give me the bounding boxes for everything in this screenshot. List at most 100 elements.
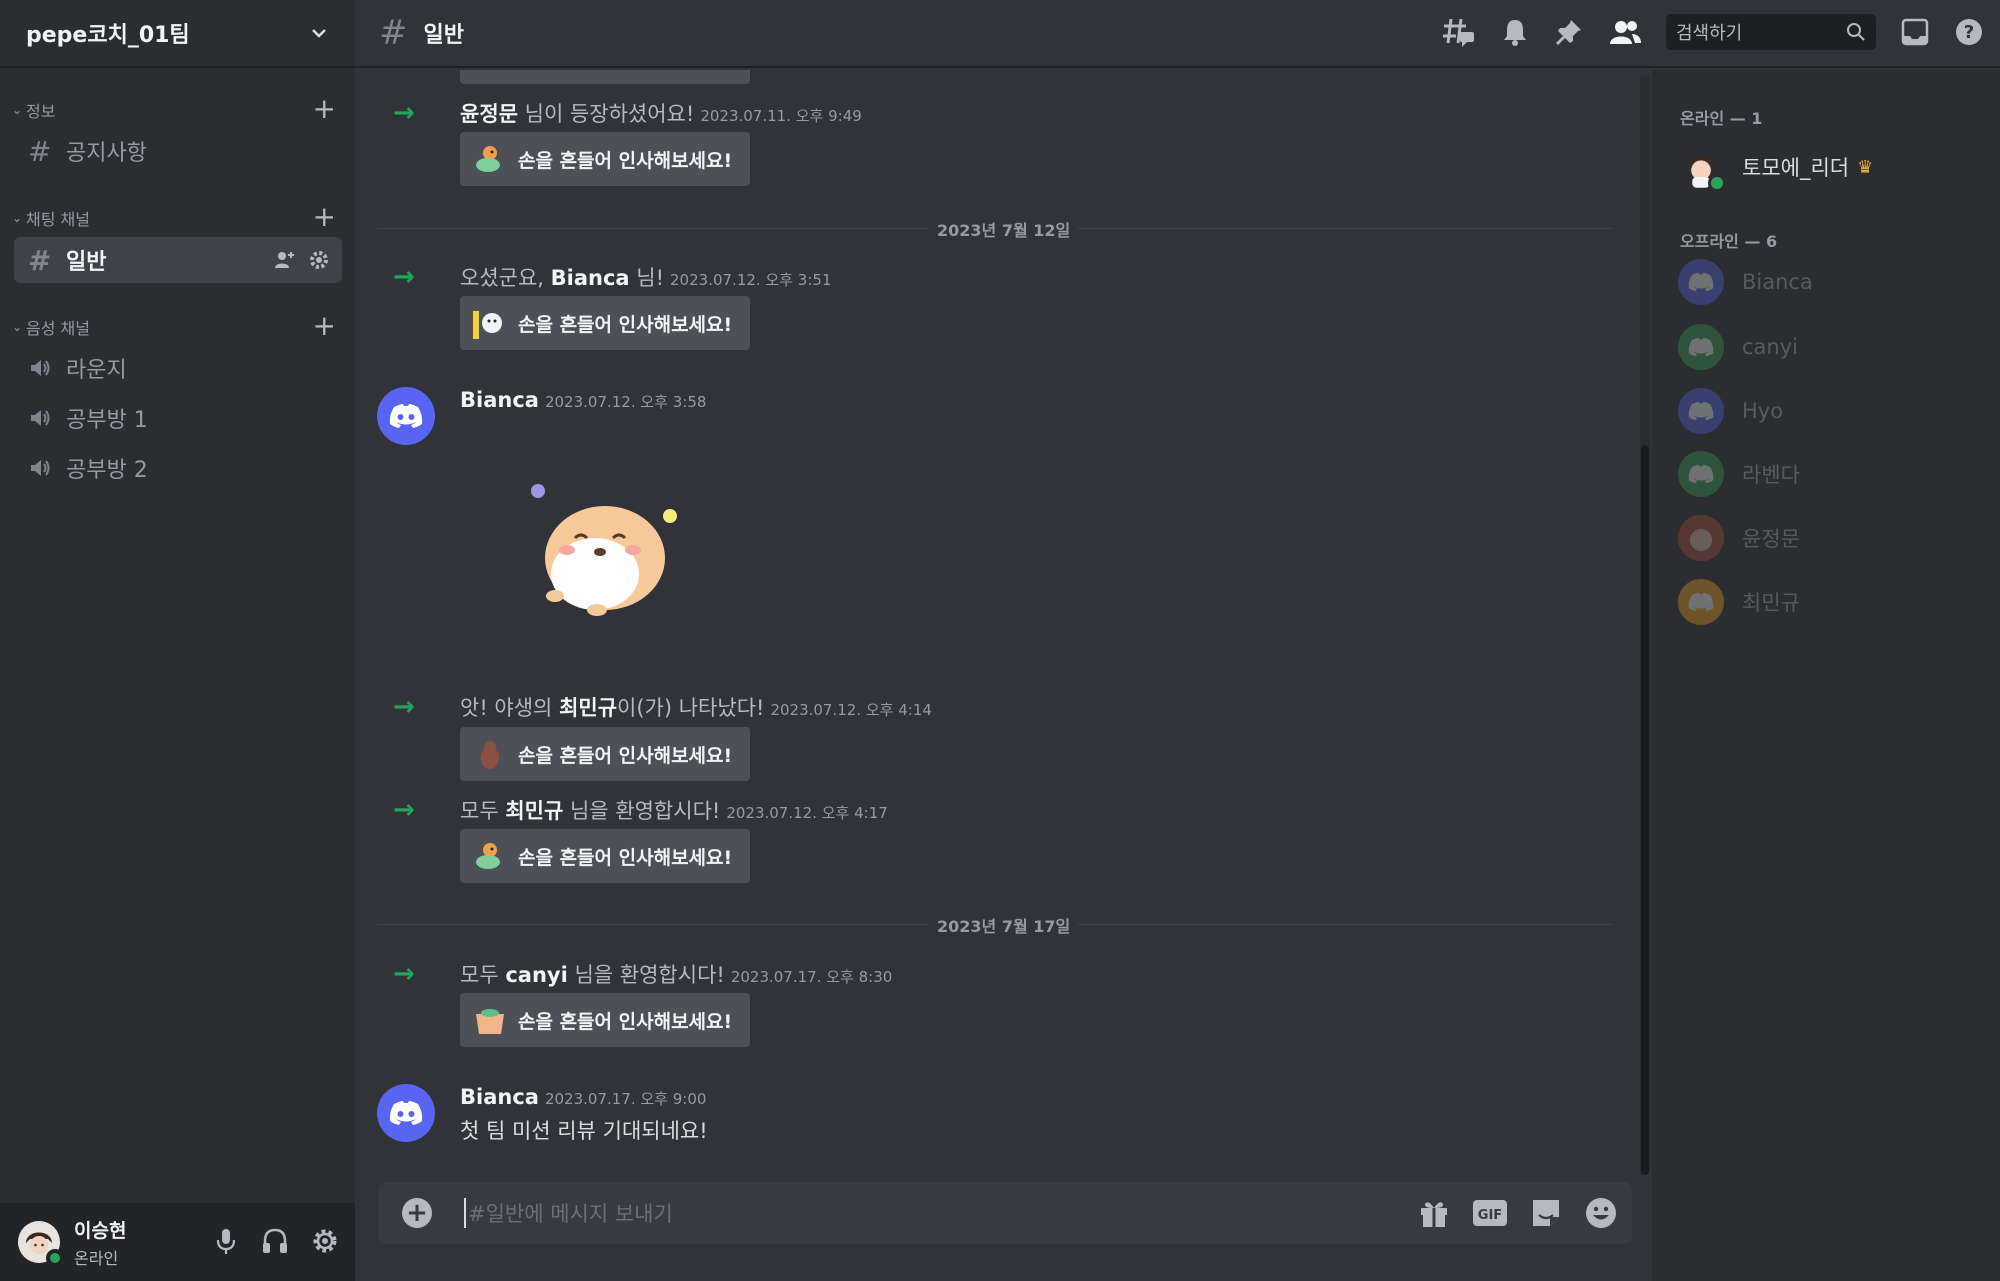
- member-list: 온라인 — 1 토모에_리더 ♛ 오프라인 — 6 Bianca canyi H…: [1652, 70, 2000, 1281]
- emoji-icon[interactable]: [1584, 1196, 1618, 1230]
- wave-button[interactable]: 손을 흔들어 인사해보세요!: [460, 296, 750, 350]
- add-channel-icon[interactable]: +: [313, 312, 336, 340]
- wave-label: 손을 흔들어 인사해보세요!: [518, 846, 733, 869]
- message-list: → 윤정문 님이 등장하셨어요! 2023.07.11. 오후 9:49 손을 흔…: [355, 70, 1645, 1180]
- discord-logo-icon: [389, 1101, 423, 1125]
- message-author: Bianca 2023.07.17. 오후 9:00: [460, 1085, 706, 1109]
- member-item[interactable]: 라벤다: [1678, 449, 1978, 499]
- message-username[interactable]: canyi: [505, 963, 567, 987]
- message-text: 님!: [629, 266, 665, 290]
- settings-gear-icon[interactable]: [311, 1227, 339, 1255]
- gift-icon[interactable]: [1418, 1197, 1450, 1229]
- message-content: 첫 팀 미션 리뷰 기대되네요!: [460, 1119, 708, 1143]
- wave-label: 손을 흔들어 인사해보세요!: [518, 1010, 733, 1033]
- headphones-icon[interactable]: [261, 1227, 289, 1255]
- date-divider-label: 2023년 7월 17일: [929, 913, 1079, 937]
- channel-announcements[interactable]: # 공지사항: [14, 128, 342, 174]
- speaker-icon: [31, 460, 50, 476]
- voice-channel-study-2[interactable]: 공부방 2: [14, 445, 342, 491]
- category-chat[interactable]: ⌄ 채팅 채널 +: [8, 203, 348, 233]
- bear-sticker-icon: [481, 741, 499, 769]
- member-name: Bianca: [1742, 270, 1813, 294]
- member-item[interactable]: canyi: [1678, 322, 1978, 372]
- add-channel-icon[interactable]: +: [313, 95, 336, 123]
- add-channel-icon[interactable]: +: [313, 203, 336, 231]
- message-username[interactable]: 최민규: [505, 799, 563, 823]
- category-info[interactable]: ⌄ 정보 +: [8, 95, 348, 125]
- help-icon[interactable]: ?: [1954, 17, 1984, 47]
- member-name: canyi: [1742, 335, 1798, 359]
- ghost-sticker-icon: [473, 311, 502, 339]
- message-text: 님을 환영합시다!: [567, 963, 725, 987]
- bird-sticker-icon: [476, 843, 500, 869]
- channel-label: 라운지: [66, 358, 127, 383]
- message-text: 님을 환영합시다!: [563, 799, 721, 823]
- voice-channel-study-1[interactable]: 공부방 1: [14, 395, 342, 441]
- message-composer[interactable]: + #일반에 메시지 보내기 GIF: [378, 1182, 1632, 1244]
- gear-icon[interactable]: [308, 249, 330, 271]
- scrollbar-thumb[interactable]: [1641, 445, 1649, 1175]
- join-arrow-icon: →: [393, 795, 415, 825]
- category-voice[interactable]: ⌄ 음성 채널 +: [8, 312, 348, 342]
- member-item[interactable]: 윤정문: [1678, 513, 1978, 563]
- wave-button[interactable]: 손을 흔들어 인사해보세요!: [460, 993, 750, 1047]
- join-arrow-icon: →: [393, 959, 415, 989]
- wave-label: 손을 흔들어 인사해보세요!: [518, 313, 733, 336]
- member-name: 윤정문: [1742, 527, 1800, 551]
- wave-button[interactable]: [460, 70, 750, 84]
- inbox-icon[interactable]: [1900, 17, 1930, 47]
- channel-general[interactable]: # 일반: [14, 237, 342, 283]
- hash-icon: #: [28, 134, 52, 168]
- search-input[interactable]: 검색하기: [1666, 14, 1876, 50]
- message-input[interactable]: #일반에 메시지 보내기: [464, 1198, 673, 1228]
- discord-logo-icon: [1678, 259, 1724, 305]
- invite-icon[interactable]: [274, 249, 296, 271]
- timestamp: 2023.07.12. 오후 4:17: [726, 804, 888, 822]
- sticker-icon[interactable]: [1530, 1197, 1562, 1229]
- username: 이승현: [74, 1219, 127, 1242]
- threads-icon[interactable]: [1442, 16, 1476, 48]
- member-list-icon[interactable]: [1608, 17, 1642, 47]
- author-name[interactable]: Bianca: [460, 1085, 539, 1109]
- avatar[interactable]: [18, 1221, 64, 1267]
- author-name[interactable]: Bianca: [460, 388, 539, 412]
- avatar[interactable]: [377, 1084, 435, 1142]
- member-item[interactable]: 최민규: [1678, 577, 1978, 627]
- pin-icon[interactable]: [1554, 17, 1584, 47]
- hash-icon: #: [28, 243, 52, 277]
- wave-button[interactable]: 손을 흔들어 인사해보세요!: [460, 727, 750, 781]
- member-item[interactable]: Hyo: [1678, 386, 1978, 436]
- microphone-icon[interactable]: [213, 1227, 239, 1255]
- voice-channel-lounge[interactable]: 라운지: [14, 345, 342, 391]
- discord-logo-icon: [1678, 388, 1724, 434]
- message-text: 앗! 야생의: [460, 696, 560, 720]
- message-username[interactable]: 최민규: [559, 696, 617, 720]
- wave-button[interactable]: 손을 흔들어 인사해보세요!: [460, 829, 750, 883]
- offline-header: 오프라인 — 6: [1680, 232, 1778, 251]
- discord-logo-icon: [389, 404, 423, 428]
- notification-bell-icon[interactable]: [1500, 17, 1530, 47]
- avatar[interactable]: [377, 387, 435, 445]
- message-username[interactable]: 윤정문: [460, 102, 518, 126]
- message-username[interactable]: Bianca: [551, 266, 630, 290]
- message-text: 님이 등장하셨어요!: [517, 102, 695, 126]
- date-divider-label: 2023년 7월 12일: [929, 217, 1079, 241]
- user-status: 온라인: [74, 1248, 119, 1268]
- wave-button[interactable]: 손을 흔들어 인사해보세요!: [460, 132, 750, 186]
- add-attachment-icon[interactable]: +: [402, 1198, 432, 1228]
- user-panel: 이승현 온라인: [0, 1203, 355, 1281]
- server-header[interactable]: pepe코치_01팀: [0, 0, 355, 68]
- member-item[interactable]: 토모에_리더 ♛: [1678, 142, 1978, 192]
- avatar: [1678, 515, 1724, 561]
- gif-icon[interactable]: GIF: [1472, 1199, 1508, 1227]
- chevron-down-icon: [312, 29, 326, 38]
- hamster-sticker-image[interactable]: [525, 478, 685, 628]
- chevron-down-icon: ⌄: [11, 320, 23, 334]
- avatar: [1678, 144, 1726, 192]
- channel-label: 공부방 2: [66, 458, 148, 483]
- member-item[interactable]: Bianca: [1678, 257, 1978, 307]
- svg-text:?: ?: [1964, 22, 1974, 43]
- member-name: 토모에_리더: [1742, 156, 1850, 180]
- wave-label: 손을 흔들어 인사해보세요!: [518, 149, 733, 172]
- search-placeholder: 검색하기: [1676, 23, 1743, 44]
